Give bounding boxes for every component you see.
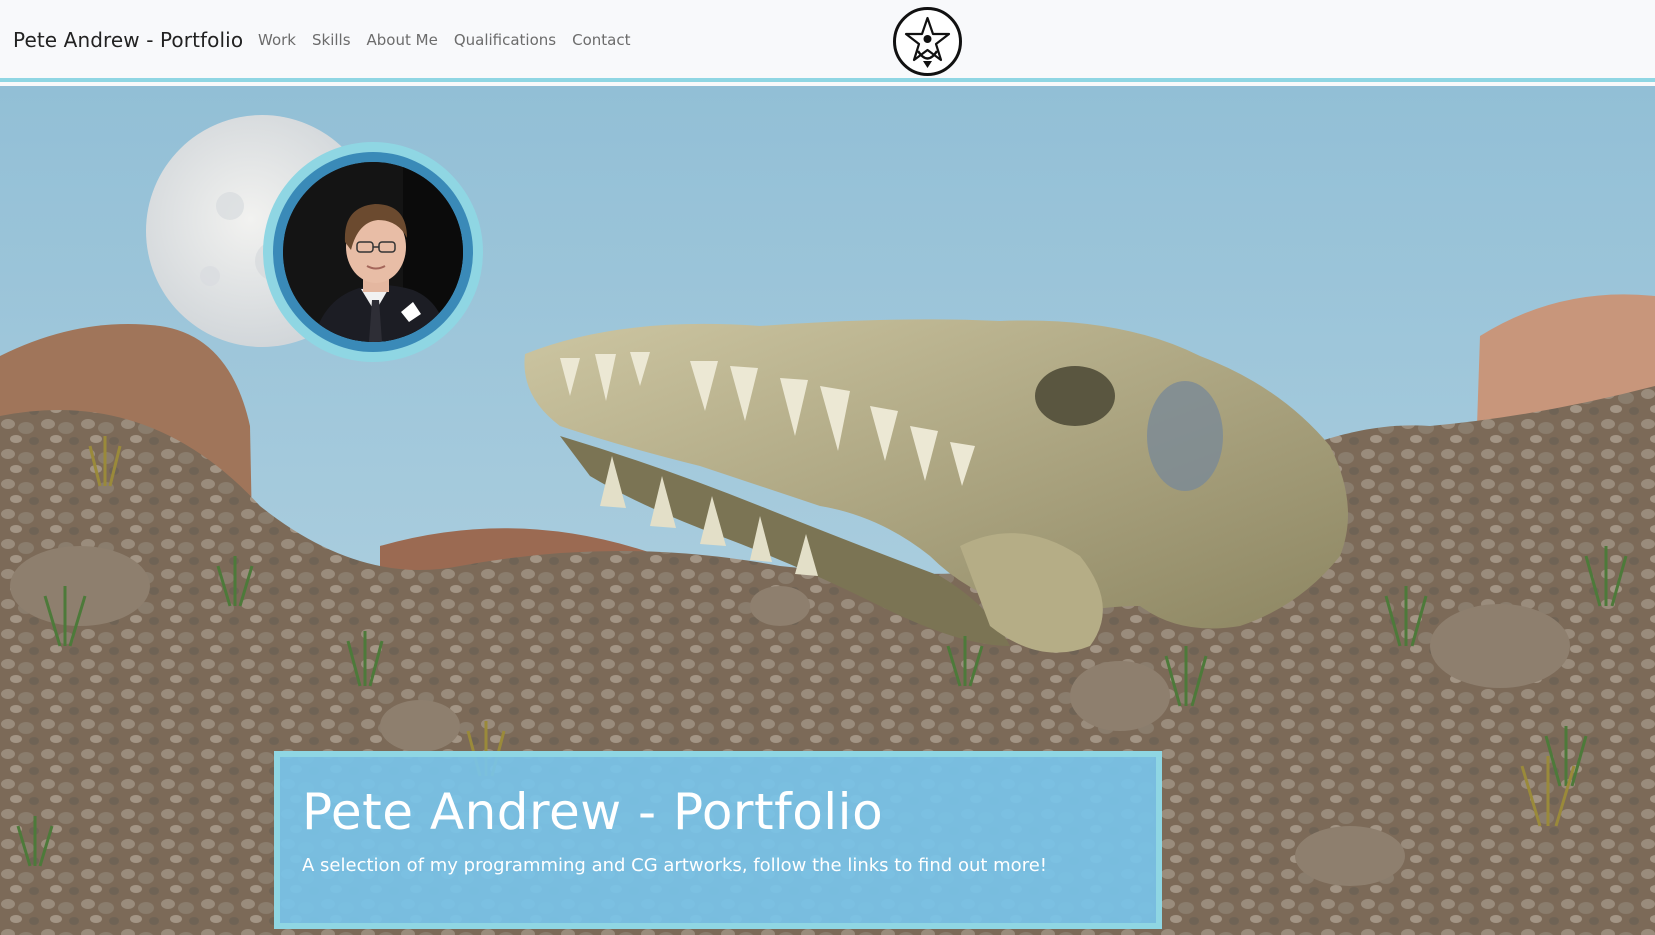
nav-link-about-me[interactable]: About Me <box>367 31 438 49</box>
navbar: Pete Andrew - Portfolio Work Skills Abou… <box>0 0 1655 82</box>
avatar-ring <box>273 152 473 352</box>
nav-link-qualifications[interactable]: Qualifications <box>454 31 556 49</box>
nav-link-work[interactable]: Work <box>258 31 296 49</box>
nav-links: Work Skills About Me Qualifications Cont… <box>258 31 646 49</box>
star-emblem-icon[interactable] <box>892 6 963 77</box>
hero-section: Pete Andrew - Portfolio A selection of m… <box>0 86 1655 935</box>
nav-link-contact[interactable]: Contact <box>572 31 630 49</box>
hero-caption: Pete Andrew - Portfolio A selection of m… <box>274 751 1162 929</box>
hero-subtitle: A selection of my programming and CG art… <box>302 855 1047 876</box>
profile-photo-image <box>283 162 463 342</box>
nav-link-skills[interactable]: Skills <box>312 31 351 49</box>
avatar <box>263 142 483 362</box>
profile-photo <box>283 162 463 342</box>
hero-title: Pete Andrew - Portfolio <box>302 783 884 841</box>
brand-link[interactable]: Pete Andrew - Portfolio <box>13 28 243 52</box>
